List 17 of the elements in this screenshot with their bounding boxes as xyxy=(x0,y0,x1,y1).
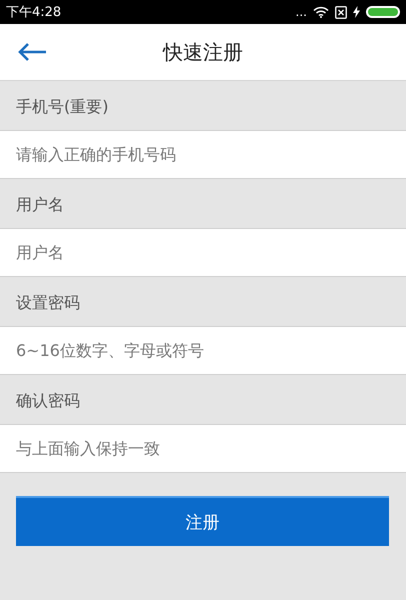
field-label: 用户名 xyxy=(15,194,65,216)
status-time: 下午4:28 xyxy=(6,4,62,21)
wifi-icon xyxy=(313,6,329,18)
status-dots: ... xyxy=(296,6,307,18)
back-arrow-icon[interactable] xyxy=(17,42,47,62)
battery-icon xyxy=(366,6,400,18)
input-field[interactable]: 用户名 xyxy=(0,228,406,277)
charging-icon xyxy=(353,6,360,18)
field-label: 手机号(重要) xyxy=(15,96,110,118)
input-field[interactable]: 请输入正确的手机号码 xyxy=(0,130,406,179)
register-button[interactable]: 注册 xyxy=(16,496,389,546)
field-label: 设置密码 xyxy=(15,292,81,314)
input-field[interactable]: 6~16位数字、字母或符号 xyxy=(0,326,406,375)
input-field[interactable]: 与上面输入保持一致 xyxy=(0,424,406,473)
page-title: 快速注册 xyxy=(163,38,243,66)
sim-icon xyxy=(335,6,347,18)
field-label: 确认密码 xyxy=(15,390,81,412)
